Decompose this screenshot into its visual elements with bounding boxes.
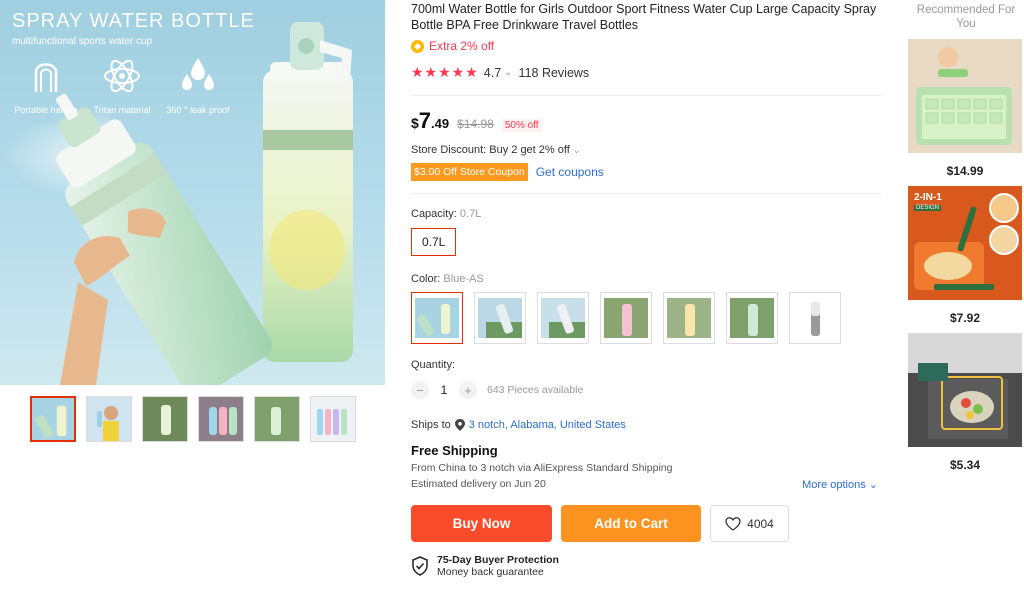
quantity-stepper: − 1 + 643 Pieces available	[411, 381, 881, 399]
quantity-section: Quantity: − 1 + 643 Pieces available	[411, 359, 881, 399]
feature-portable-handle: Portable handle	[6, 56, 86, 115]
color-swatch[interactable]	[411, 292, 463, 344]
extra-off-text: Extra 2% off	[429, 39, 495, 53]
capacity-label: Capacity: 0.7L	[411, 208, 482, 220]
recommended-header: Recommended For You	[916, 4, 1016, 30]
color-label: Color: Blue-AS	[411, 273, 484, 285]
recommended-price: $7.92	[949, 311, 981, 325]
reviews-count[interactable]: 118 Reviews	[519, 66, 590, 80]
wishlist-button[interactable]: 4004	[710, 505, 789, 542]
ships-to-row: Ships to 3 notch, Alabama, United States	[411, 419, 626, 431]
protection-title: 75-Day Buyer Protection	[437, 554, 559, 566]
thumbnail[interactable]	[86, 396, 132, 442]
recommended-panel: Recommended For You $14.99 2-IN-1 DESIGN	[908, 0, 1024, 472]
product-title: 700ml Water Bottle for Girls Outdoor Spo…	[411, 2, 877, 32]
current-price: $7.49	[411, 108, 450, 133]
location-pin-icon	[454, 419, 465, 431]
divider	[411, 95, 881, 96]
color-swatch[interactable]	[663, 292, 715, 344]
droplets-icon	[182, 58, 214, 90]
thumbnail[interactable]	[310, 396, 356, 442]
ships-location-link[interactable]: 3 notch, Alabama, United States	[469, 419, 626, 431]
thumbnail[interactable]	[30, 396, 76, 442]
increase-button[interactable]: +	[459, 381, 477, 399]
color-swatch[interactable]	[474, 292, 526, 344]
capacity-option[interactable]: 0.7L	[411, 228, 457, 256]
color-swatch[interactable]	[537, 292, 589, 344]
recommended-image	[908, 186, 1022, 300]
rating-value: 4.7	[483, 65, 502, 80]
shipping-title: Free Shipping	[411, 443, 498, 458]
action-buttons: Buy Now Add to Cart 4004	[411, 505, 881, 542]
chevron-down-icon: ⌄	[868, 479, 878, 491]
main-image-title: SPRAY WATER BOTTLE	[12, 10, 255, 32]
quantity-input[interactable]: 1	[429, 383, 459, 397]
color-swatch[interactable]	[789, 292, 841, 344]
handle-icon	[34, 63, 58, 92]
thumbnail[interactable]	[254, 396, 300, 442]
heart-icon	[725, 516, 741, 531]
rating-row[interactable]: ★★★★★ 4.7 ⌄ 118 Reviews	[411, 64, 881, 81]
thumbnail-strip	[30, 396, 356, 442]
recommended-item[interactable]: 2-IN-1 DESIGN $7.92	[908, 186, 1022, 325]
coupon-row: $3.00 Off Store Coupon Get coupons	[411, 163, 881, 181]
get-coupons-link[interactable]: Get coupons	[536, 165, 604, 179]
shield-check-icon	[412, 556, 428, 576]
available-pieces: 643 Pieces available	[487, 384, 584, 396]
divider	[411, 193, 881, 194]
recommended-price: $5.34	[949, 458, 981, 472]
color-section: Color: Blue-AS	[411, 273, 881, 344]
star-rating-icon: ★★★★★	[411, 64, 479, 80]
wishlist-count: 4004	[747, 516, 774, 531]
estimated-delivery: Estimated delivery on Jun 20	[411, 478, 546, 490]
coin-icon	[411, 39, 424, 53]
extra-off-promo: Extra 2% off	[411, 39, 881, 53]
color-swatch[interactable]	[726, 292, 778, 344]
store-coupon-badge: $3.00 Off Store Coupon	[411, 163, 528, 181]
feature-leak-proof: 360 ° leak proof	[158, 56, 238, 115]
atom-icon	[104, 59, 140, 93]
recommended-image	[908, 333, 1022, 447]
recommended-image	[908, 39, 1022, 153]
price-row: $7.49 $14.98 50% off	[411, 108, 881, 134]
thumbnail[interactable]	[198, 396, 244, 442]
recommended-price: $14.99	[946, 164, 984, 178]
recommended-item[interactable]: $14.99	[908, 39, 1022, 178]
color-swatch[interactable]	[600, 292, 652, 344]
add-to-cart-button[interactable]: Add to Cart	[561, 505, 701, 542]
shipping-from: From China to 3 notch via AliExpress Sta…	[411, 462, 673, 474]
buy-now-button[interactable]: Buy Now	[411, 505, 552, 542]
feature-label: Tritan material	[93, 105, 151, 115]
feature-tritan-material: Tritan material	[82, 56, 162, 115]
discount-badge: 50% off	[501, 119, 542, 132]
protection-subtitle: Money back guarantee	[437, 566, 544, 578]
decrease-button[interactable]: −	[411, 381, 429, 399]
thumbnail[interactable]	[142, 396, 188, 442]
main-image-subtitle: multifunctional sports water cup	[12, 36, 153, 47]
recommended-item[interactable]: $5.34	[908, 333, 1022, 472]
main-product-image[interactable]: SPRAY WATER BOTTLE multifunctional sport…	[0, 0, 385, 385]
product-info: 700ml Water Bottle for Girls Outdoor Spo…	[411, 0, 881, 578]
more-options-link[interactable]: More options ⌄	[802, 478, 878, 491]
color-swatches	[411, 292, 881, 344]
product-badge-sub: DESIGN	[914, 205, 942, 211]
original-price: $14.98	[457, 117, 494, 131]
product-badge: 2-IN-1	[914, 192, 942, 203]
capacity-section: Capacity: 0.7L 0.7L	[411, 208, 881, 256]
chevron-down-icon: ⌄	[572, 145, 581, 155]
buyer-protection[interactable]: 75-Day Buyer Protection Money back guara…	[411, 554, 881, 578]
quantity-label: Quantity:	[411, 359, 456, 371]
store-discount[interactable]: Store Discount: Buy 2 get 2% off ⌄	[411, 144, 881, 156]
feature-label: 360 ° leak proof	[166, 105, 230, 115]
chevron-down-icon[interactable]: ⌄	[504, 67, 512, 78]
feature-label: Portable handle	[14, 105, 78, 115]
delivery-row: Estimated delivery on Jun 20 More option…	[411, 478, 881, 491]
